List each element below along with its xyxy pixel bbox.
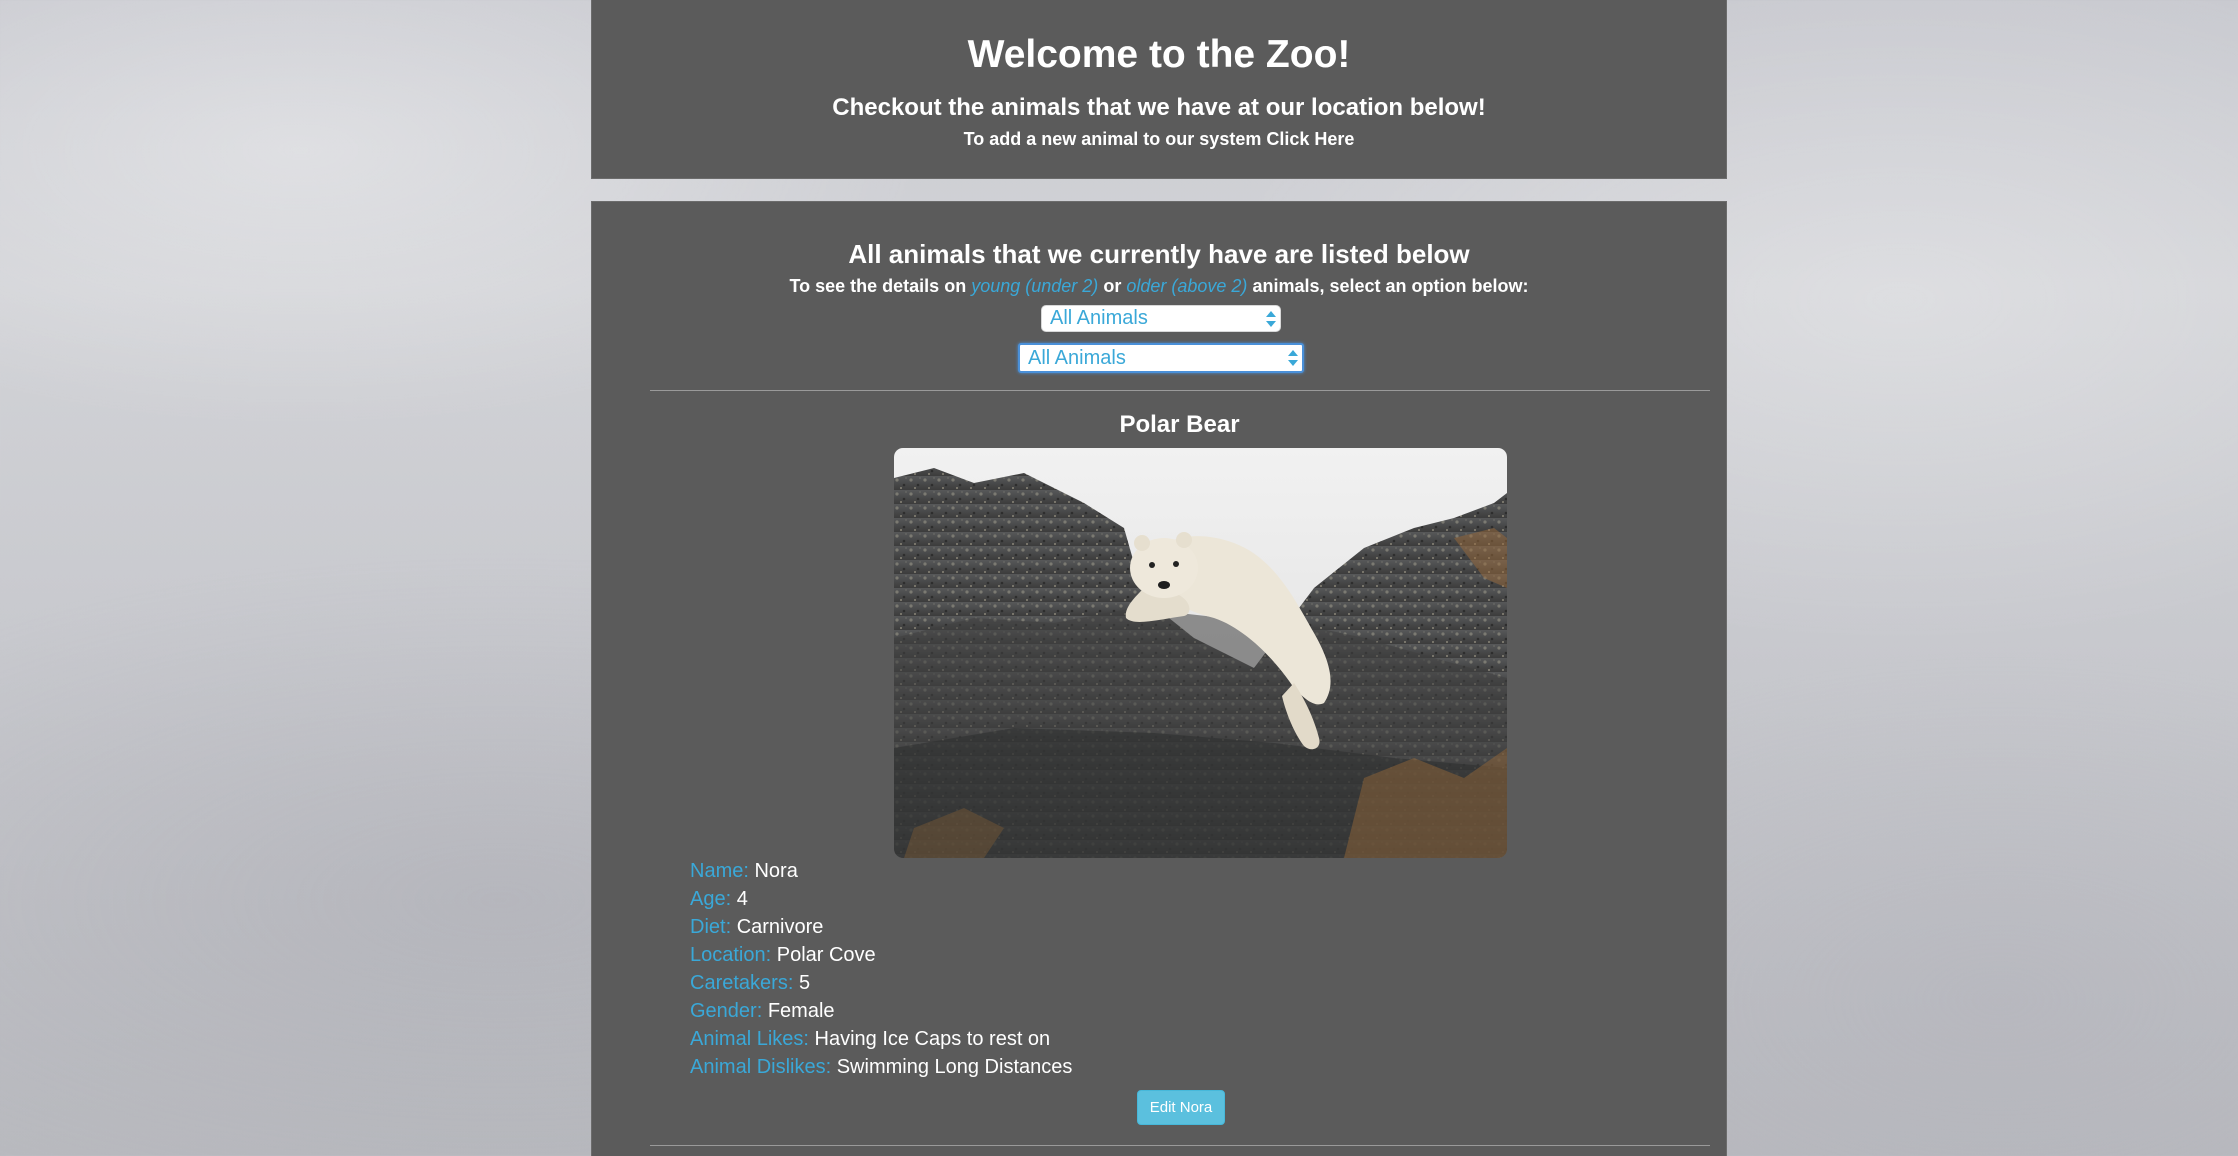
divider: [650, 1145, 1710, 1146]
detail-gender: Gender: Female: [690, 997, 1072, 1025]
detail-location: Location: Polar Cove: [690, 941, 1072, 969]
animal-photo: [894, 448, 1507, 858]
select-arrows-icon: [1266, 310, 1276, 328]
detail-label: Diet:: [690, 916, 732, 938]
header-panel: Welcome to the Zoo! Checkout the animals…: [591, 0, 1727, 179]
detail-age: Age: 4: [690, 885, 1072, 913]
detail-value: Swimming Long Distances: [836, 1056, 1073, 1078]
detail-value: Female: [767, 1000, 835, 1022]
detail-likes: Animal Likes: Having Ice Caps to rest on: [690, 1025, 1072, 1053]
detail-value: Having Ice Caps to rest on: [814, 1028, 1051, 1050]
detail-label: Age:: [690, 888, 732, 910]
animal-species-title: Polar Bear: [1119, 411, 1240, 438]
animal-filter-value: All Animals: [1028, 347, 1126, 369]
filter-or: or: [1103, 276, 1122, 296]
detail-label: Location:: [690, 944, 772, 966]
edit-animal-button[interactable]: Edit Nora: [1137, 1090, 1225, 1125]
detail-value: Carnivore: [736, 916, 824, 938]
detail-diet: Diet: Carnivore: [690, 913, 1072, 941]
page-subtitle: Checkout the animals that we have at our…: [832, 94, 1486, 121]
detail-name: Name: Nora: [690, 857, 1072, 885]
detail-value: Nora: [754, 860, 798, 882]
page-title: Welcome to the Zoo!: [967, 33, 1351, 76]
filter-instructions: To see the details on young (under 2) or…: [592, 276, 1726, 297]
detail-dislikes: Animal Dislikes: Swimming Long Distances: [690, 1053, 1072, 1081]
age-filter-select[interactable]: All Animals: [1041, 305, 1281, 332]
detail-label: Caretakers:: [690, 972, 794, 994]
animal-filter-select[interactable]: All Animals: [1018, 343, 1304, 373]
detail-label: Animal Likes:: [690, 1028, 809, 1050]
add-animal-link[interactable]: To add a new animal to our system Click …: [592, 129, 1726, 150]
older-animals-link[interactable]: older (above 2): [1126, 276, 1247, 296]
divider: [650, 390, 1710, 391]
young-animals-link[interactable]: young (under 2): [971, 276, 1098, 296]
select-arrows-icon: [1288, 349, 1298, 367]
detail-value: Polar Cove: [776, 944, 876, 966]
detail-caretakers: Caretakers: 5: [690, 969, 1072, 997]
detail-value: 5: [798, 972, 811, 994]
filter-suffix: animals, select an option below:: [1252, 276, 1529, 296]
animal-list-panel: All animals that we currently have are l…: [591, 201, 1727, 1156]
detail-label: Gender:: [690, 1000, 763, 1022]
animal-details: Name: Nora Age: 4 Diet: Carnivore Locati…: [690, 857, 1072, 1081]
detail-value: 4: [736, 888, 748, 910]
age-filter-value: All Animals: [1050, 307, 1148, 329]
filter-prefix: To see the details on: [789, 276, 967, 296]
detail-label: Name:: [690, 860, 749, 882]
detail-label: Animal Dislikes:: [690, 1056, 832, 1078]
list-title: All animals that we currently have are l…: [848, 239, 1470, 269]
